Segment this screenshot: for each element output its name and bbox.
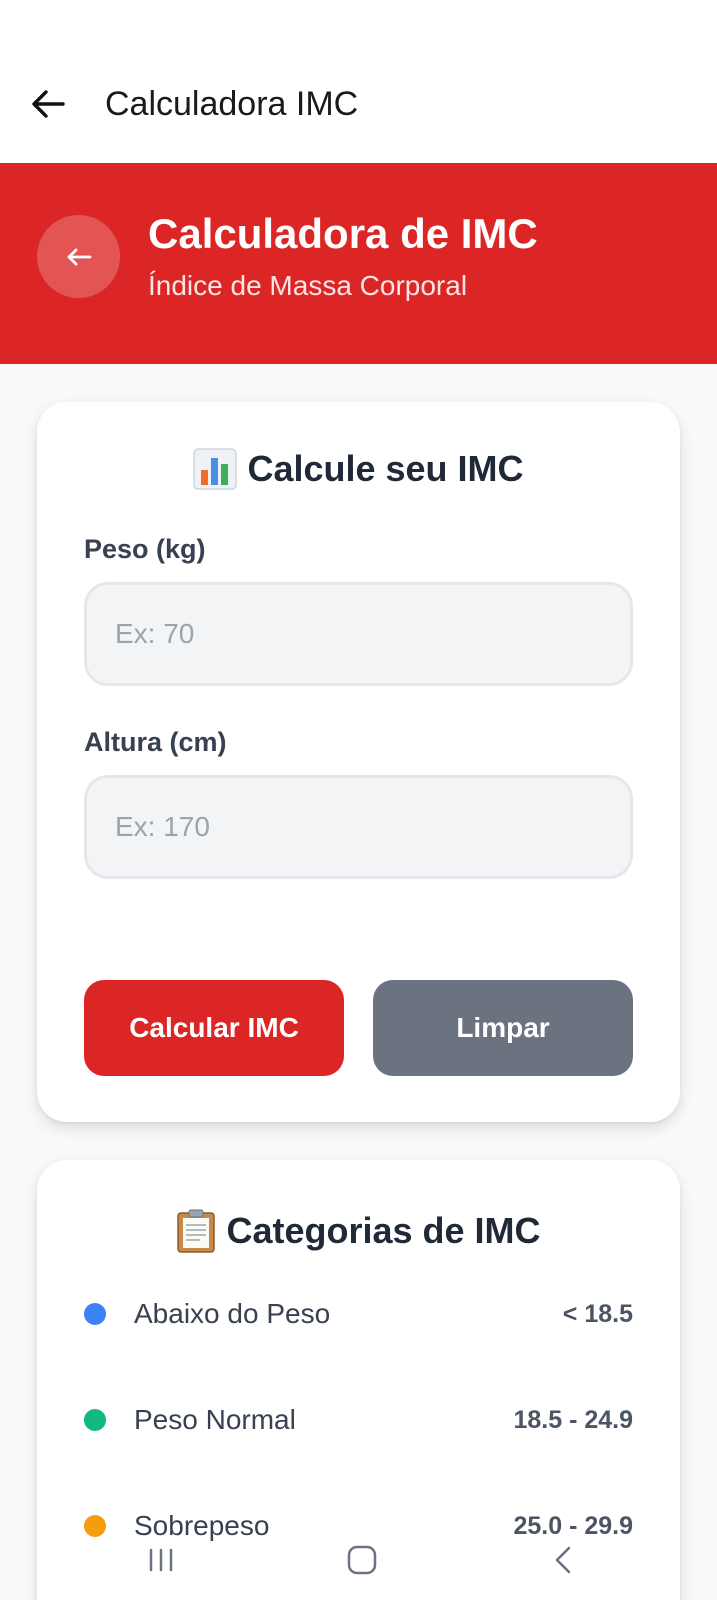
categories-title: Categorias de IMC — [37, 1208, 680, 1254]
home-button[interactable] — [332, 1536, 392, 1584]
clear-button[interactable]: Limpar — [373, 980, 633, 1076]
category-name: Abaixo do Peso — [134, 1298, 331, 1329]
app-bar: Calculadora IMC — [0, 0, 717, 163]
system-nav-bar — [0, 1530, 717, 1600]
home-icon — [347, 1545, 377, 1575]
calculator-card: Calcule seu IMC Peso (kg) Altura (cm) Ca… — [37, 402, 680, 1122]
system-back-button[interactable] — [533, 1536, 593, 1584]
hero-header: Calculadora de IMC Índice de Massa Corpo… — [0, 163, 717, 364]
height-label: Altura (cm) — [84, 727, 227, 757]
category-dot — [84, 1303, 106, 1325]
category-name: Peso Normal — [134, 1404, 296, 1435]
arrow-left-icon — [67, 248, 91, 265]
calculator-title-text: Calcule seu IMC — [247, 448, 524, 489]
chevron-left-icon — [555, 1546, 571, 1574]
calculator-title: Calcule seu IMC — [37, 448, 680, 490]
calculate-button[interactable]: Calcular IMC — [84, 980, 344, 1076]
recents-icon — [149, 1548, 173, 1572]
appbar-title: Calculadora IMC — [105, 85, 359, 123]
recents-button[interactable] — [131, 1536, 191, 1584]
category-range: 18.5 - 24.9 — [513, 1405, 633, 1434]
hero-title: Calculadora de IMC — [148, 210, 538, 257]
weight-input[interactable] — [84, 582, 633, 686]
clipboard-icon — [177, 1209, 216, 1253]
weight-label: Peso (kg) — [84, 534, 206, 564]
category-range: < 18.5 — [562, 1299, 633, 1328]
category-row-underweight: Abaixo do Peso < 18.5 — [84, 1294, 633, 1334]
categories-title-text: Categorias de IMC — [226, 1210, 541, 1251]
bar-chart-icon — [193, 448, 238, 490]
arrow-left-icon — [32, 90, 65, 118]
height-input[interactable] — [84, 775, 633, 879]
category-dot — [84, 1409, 106, 1431]
hero-subtitle: Índice de Massa Corporal — [148, 270, 468, 301]
hero-back-button[interactable] — [37, 215, 120, 298]
appbar-back-button[interactable] — [28, 84, 68, 124]
category-row-normal: Peso Normal 18.5 - 24.9 — [84, 1400, 633, 1440]
